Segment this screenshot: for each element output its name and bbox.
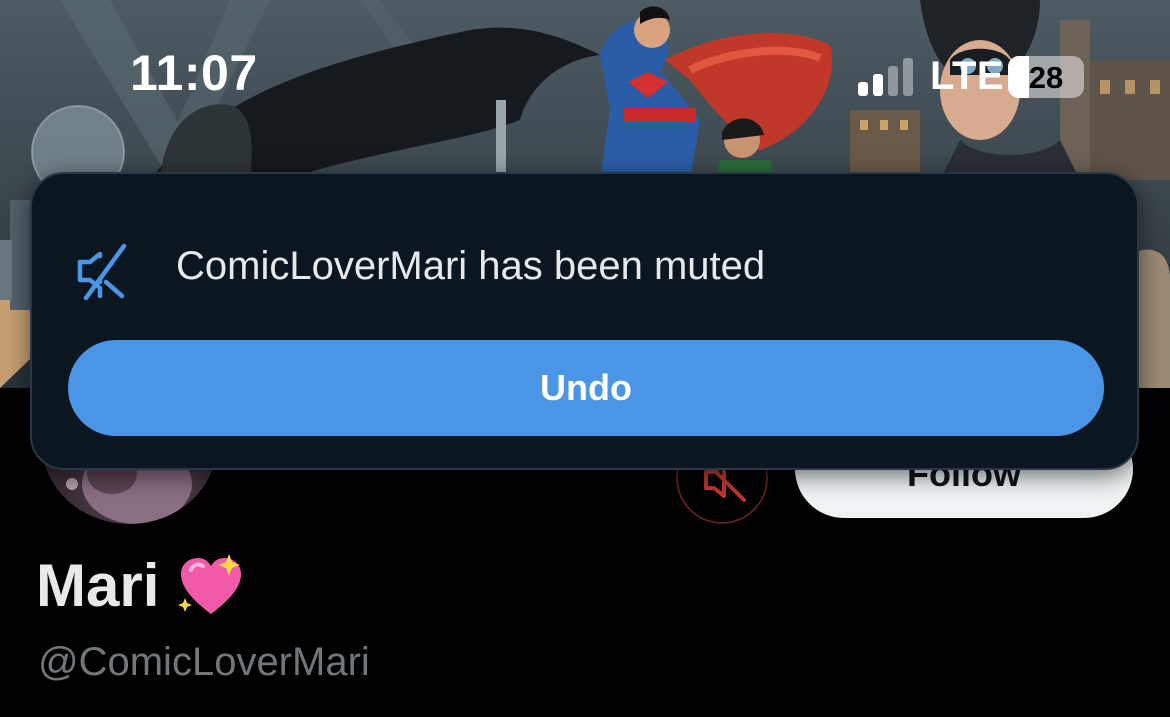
battery-level: 28 [1028,59,1064,95]
display-name: Mari [36,552,245,620]
profile-handle: @ComicLoverMari [38,640,370,684]
display-name-text: Mari [36,552,160,619]
mute-speaker-icon [77,243,127,300]
toast-message: ComicLoverMari has been muted [176,244,766,288]
network-type: LTE [930,54,1005,98]
battery-icon: 28 [1008,56,1084,98]
cellular-signal-icon [858,58,913,96]
sparkling-heart-icon [178,554,242,614]
muted-toast: ComicLoverMari has been muted Undo [30,172,1139,470]
undo-button[interactable]: Undo [68,340,1104,436]
status-time: 11:07 [130,45,258,101]
